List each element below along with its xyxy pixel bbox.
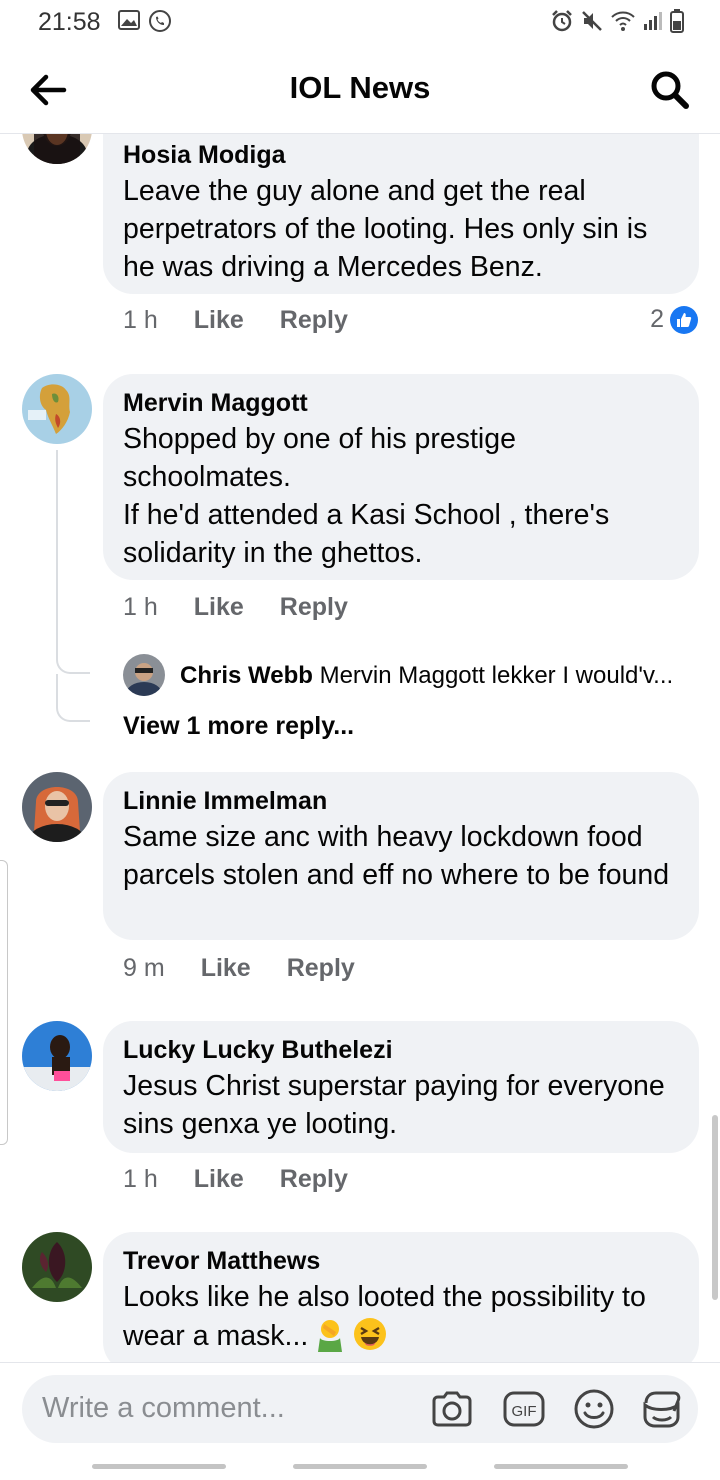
nav-recent-button[interactable] <box>92 1464 226 1469</box>
like-button[interactable]: Like <box>201 954 251 983</box>
comment-author[interactable]: Lucky Lucky Buthelezi <box>123 1033 679 1067</box>
comment-actions: 1 h Like Reply <box>123 306 384 335</box>
comment-text: Same size anc with heavy lockdown food p… <box>123 821 670 891</box>
comment-bubble[interactable]: Trevor Matthews Looks like he also loote… <box>103 1232 699 1362</box>
comment-author[interactable]: Linnie Immelman <box>123 784 679 818</box>
thread-line <box>56 450 58 650</box>
comment-text: Leave the guy alone and get the real per… <box>123 175 648 283</box>
comment-time[interactable]: 9 m <box>123 954 165 983</box>
avatar[interactable] <box>22 134 92 164</box>
battery-icon <box>670 9 684 33</box>
comment-text: Looks like he also looted the possibilit… <box>123 1278 679 1355</box>
comment-composer[interactable]: GIF <box>22 1375 698 1443</box>
reply-button[interactable]: Reply <box>287 954 355 983</box>
camera-icon[interactable] <box>430 1387 474 1431</box>
comment-text: Shopped by one of his prestige schoolmat… <box>123 423 610 569</box>
like-reaction-icon <box>670 305 698 334</box>
nav-back-button[interactable] <box>494 1464 628 1469</box>
search-icon[interactable] <box>648 68 692 112</box>
side-panel-edge[interactable] <box>0 860 8 1145</box>
comment-actions: 1 h Like Reply <box>123 593 384 622</box>
laughing-emoji <box>354 1318 387 1350</box>
signal-icon <box>644 12 662 30</box>
scrollbar[interactable] <box>712 1115 718 1300</box>
reaction-count: 2 <box>650 305 664 333</box>
reply-text: Mervin Maggott lekker I would'v... <box>319 662 674 689</box>
comment-bubble[interactable]: Hosia Modiga Leave the guy alone and get… <box>103 134 699 294</box>
reply-preview[interactable]: Chris Webb Mervin Maggott lekker I would… <box>180 662 700 690</box>
comment-time[interactable]: 1 h <box>123 306 158 335</box>
whatsapp-icon <box>149 10 171 32</box>
comment-bubble[interactable]: Linnie Immelman Same size anc with heavy… <box>103 772 699 940</box>
status-time: 21:58 <box>38 8 101 36</box>
status-bar: 21:58 <box>0 0 720 44</box>
reaction-summary[interactable]: 2 <box>650 305 698 334</box>
view-more-replies-link[interactable]: View 1 more reply... <box>123 712 354 741</box>
facepalm-emoji <box>318 1320 343 1352</box>
app-bar: IOL News <box>0 44 720 134</box>
nav-home-button[interactable] <box>293 1464 427 1469</box>
comment-bubble[interactable]: Mervin Maggott Shopped by one of his pre… <box>103 374 699 580</box>
like-button[interactable]: Like <box>194 306 244 335</box>
gif-icon[interactable]: GIF <box>502 1387 546 1431</box>
system-navigation-bar <box>0 1450 720 1480</box>
avatar[interactable] <box>22 374 92 444</box>
comment-input[interactable] <box>42 1392 422 1425</box>
avatar[interactable] <box>22 1021 92 1091</box>
sticker-icon[interactable] <box>640 1387 684 1431</box>
like-button[interactable]: Like <box>194 1165 244 1194</box>
comment-time[interactable]: 1 h <box>123 1165 158 1194</box>
avatar[interactable] <box>22 772 92 842</box>
avatar[interactable] <box>123 654 165 696</box>
wifi-icon <box>611 11 635 31</box>
svg-text:GIF: GIF <box>512 1403 537 1420</box>
reply-button[interactable]: Reply <box>280 593 348 622</box>
comment-bubble[interactable]: Lucky Lucky Buthelezi Jesus Christ super… <box>103 1021 699 1153</box>
page-title: IOL News <box>289 70 431 105</box>
like-button[interactable]: Like <box>194 593 244 622</box>
comment-actions: 9 m Like Reply <box>123 954 391 983</box>
thread-branch <box>56 674 90 722</box>
reply-button[interactable]: Reply <box>280 1165 348 1194</box>
comment-time[interactable]: 1 h <box>123 593 158 622</box>
comment-author[interactable]: Mervin Maggott <box>123 386 679 420</box>
avatar[interactable] <box>22 1232 92 1302</box>
comment-author[interactable]: Trevor Matthews <box>123 1244 679 1278</box>
reply-button[interactable]: Reply <box>280 306 348 335</box>
comment-author[interactable]: Hosia Modiga <box>123 138 679 172</box>
alarm-icon <box>552 10 572 32</box>
gallery-icon <box>118 10 140 30</box>
emoji-icon[interactable] <box>572 1387 616 1431</box>
mute-icon <box>582 11 602 31</box>
comment-text: Jesus Christ superstar paying for everyo… <box>123 1070 665 1140</box>
comment-actions: 1 h Like Reply <box>123 1165 384 1194</box>
reply-author[interactable]: Chris Webb <box>180 662 313 689</box>
thread-branch <box>56 634 90 674</box>
comments-feed[interactable]: Hosia Modiga Leave the guy alone and get… <box>0 134 720 1362</box>
